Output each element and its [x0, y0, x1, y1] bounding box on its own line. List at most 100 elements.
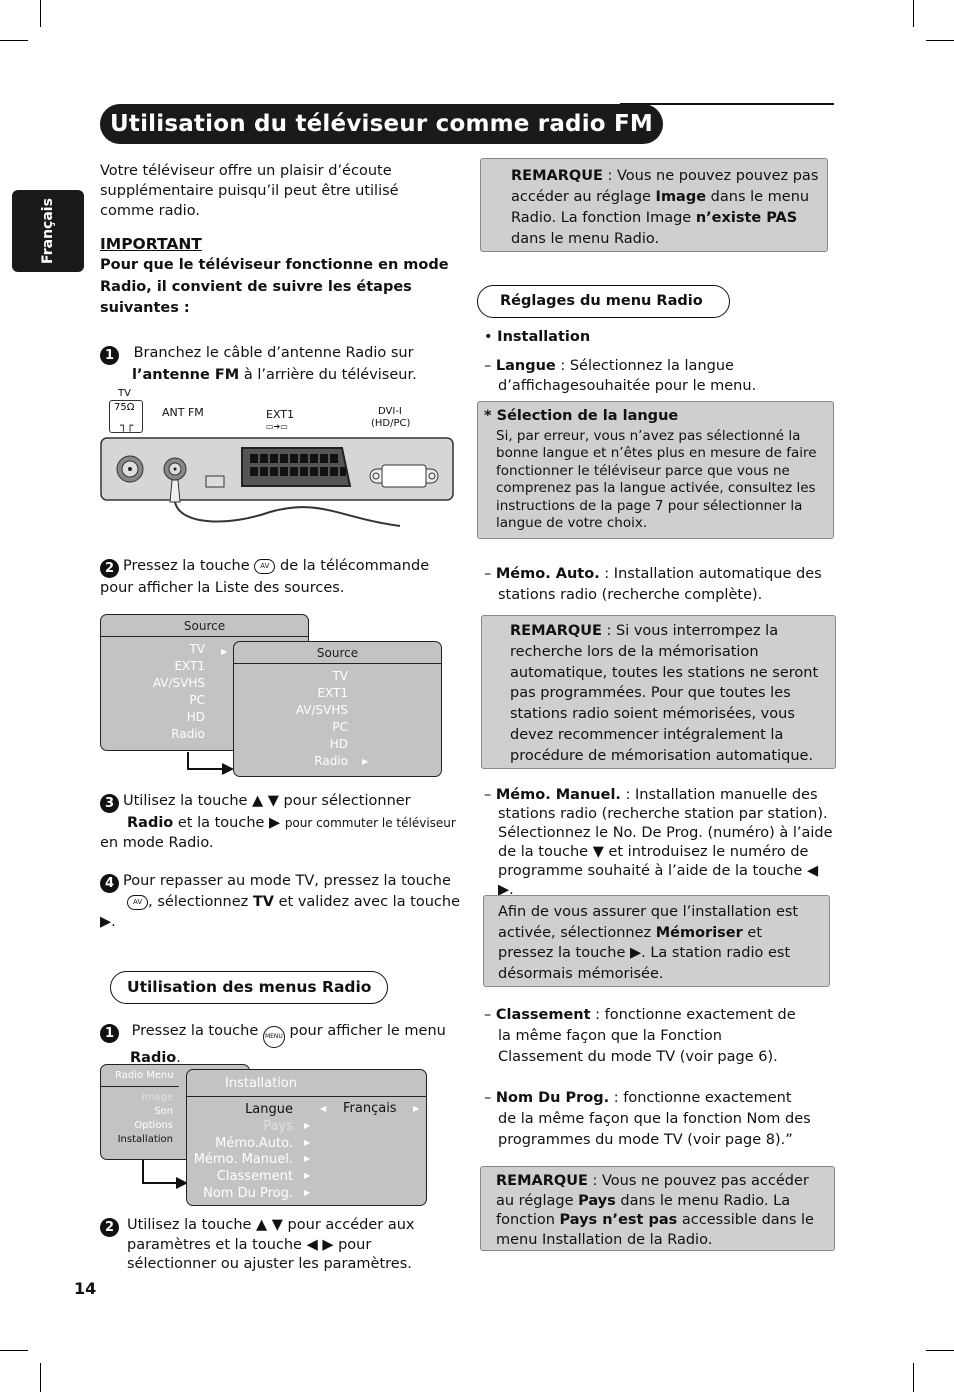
tv-connector-diagram: TV 75Ω ┐┌ ANT FM EXT1 ▭➔▭ DVI-I (HD/PC)	[100, 388, 456, 528]
note-text: : Si vous interrompez la recherche lors …	[510, 623, 819, 764]
crop-mark	[926, 1350, 954, 1351]
note-bold: Image	[655, 189, 707, 205]
menu-item-label: Mémo. Manuel.	[193, 1152, 293, 1168]
arrow-right-icon: ▶	[304, 1137, 311, 1147]
menu-key-icon: MENU	[262, 1026, 285, 1048]
step-text: Utilisez la touche ▲ ▼ pour accéder aux …	[127, 1217, 415, 1272]
step-text: Branchez le câble d’antenne Radio sur	[133, 345, 414, 361]
tv-back-panel	[100, 437, 454, 527]
menu-item[interactable]: HD	[234, 736, 348, 753]
memo-auto-item: – Mémo. Auto. : Installation automatique…	[484, 566, 822, 603]
language-tab-label: Français	[40, 198, 56, 264]
menu-item[interactable]: Radio	[101, 726, 205, 743]
note-label: REMARQUE	[496, 1173, 588, 1189]
note-bold: Pays n’est pas	[559, 1212, 678, 1228]
item-text: : Installation manuelle des stations rad…	[498, 787, 833, 898]
menu-item-label: Nom Du Prog.	[203, 1185, 293, 1201]
installation-menu-item[interactable]: Pays ▶	[187, 1118, 426, 1135]
page-title: Utilisation du téléviseur comme radio FM	[100, 104, 663, 144]
step-text: Pressez la touche	[131, 1023, 259, 1039]
menu-item[interactable]: EXT1	[101, 658, 205, 675]
crop-mark	[0, 40, 28, 41]
item-label: Classement	[495, 1007, 591, 1023]
language-tab: Français	[12, 190, 84, 272]
step-6: 2 Utilisez la touche ▲ ▼ pour accéder au…	[100, 1216, 460, 1275]
note-bold: n’existe PAS	[695, 210, 798, 226]
intro-text: Votre téléviseur offre un plaisir d’écou…	[100, 163, 399, 219]
menu-item[interactable]: TV	[234, 668, 348, 685]
step-2: 2 Pressez la touche AV de la télécommande…	[100, 556, 460, 598]
step-number: 3	[100, 794, 119, 813]
menu-item-label: Langue	[245, 1102, 293, 1117]
language-selection-box: * Sélection de la langue Si, par erreur,…	[477, 401, 834, 539]
menu-item[interactable]: PC	[101, 692, 205, 709]
box-title: * Sélection de la langue	[484, 408, 679, 424]
step-5: 1 Pressez la touche MENU pour afficher l…	[100, 1021, 460, 1068]
important-text: Pour que le téléviseur fonctionne en mod…	[100, 257, 449, 316]
source-menu-2: Source TV EXT1 AV/SVHS PC HD Radio ▶	[233, 641, 442, 777]
radio-menu-item[interactable]: Options	[101, 1119, 173, 1133]
item-label: Mémo. Auto.	[495, 566, 600, 582]
nom-prog-item: – Nom Du Prog. : fonctionne exactement d…	[484, 1090, 811, 1148]
step-number: 2	[100, 1218, 119, 1237]
menu-title: Source	[234, 642, 441, 664]
radio-menu-item[interactable]: Installation	[101, 1133, 173, 1147]
bullet-text: Installation	[497, 329, 591, 345]
menu-item[interactable]: HD	[101, 709, 205, 726]
menu-item-value: Français	[343, 1101, 397, 1116]
radio-menu-item[interactable]: Image	[101, 1091, 173, 1105]
step-text: , sélectionnez	[148, 894, 253, 910]
arrow-left-icon: ◀	[320, 1104, 327, 1113]
menu-item[interactable]: AV/SVHS	[234, 702, 348, 719]
menu-item[interactable]: EXT1	[234, 685, 348, 702]
note-image-unavailable: REMARQUE : Vous ne pouvez pouvez pas acc…	[480, 158, 828, 252]
menu-item[interactable]: PC	[234, 719, 348, 736]
item-label: Langue	[495, 358, 556, 374]
installation-menu-item[interactable]: Classement ▶	[187, 1168, 426, 1185]
arrow-right-icon: ▶	[304, 1171, 311, 1181]
step-text: en mode Radio.	[100, 835, 214, 851]
menu-item[interactable]: Radio	[234, 753, 348, 770]
menu-item-label: Mémo.Auto.	[215, 1135, 293, 1151]
step-text-bold: TV	[252, 894, 274, 910]
dvi-sublabel: (HD/PC)	[371, 418, 411, 429]
menu-title: Source	[101, 615, 308, 637]
box-bold: Mémoriser	[655, 924, 743, 941]
section-heading-radio-menus: Utilisation des menus Radio	[110, 971, 389, 1004]
arrow-right-icon: ▶	[304, 1154, 311, 1164]
menu-items: TV EXT1 AV/SVHS PC HD Radio	[101, 637, 205, 743]
ohm-label: 75Ω	[114, 402, 135, 413]
classement-item: – Classement : fonctionne exactement de …	[484, 1007, 796, 1065]
installation-menu-item[interactable]: Mémo. Manuel. ▶	[187, 1151, 426, 1168]
note-label: REMARQUE	[511, 168, 603, 184]
arrow-right-icon: ▶	[413, 1104, 420, 1113]
arrow-right-icon: ▶	[304, 1120, 311, 1130]
note-label: REMARQUE	[510, 623, 602, 639]
memoriser-box: Afin de vous assurer que l’installation …	[483, 895, 830, 987]
arrow-connector	[142, 1160, 144, 1184]
radio-menu-item[interactable]: Son	[101, 1105, 173, 1119]
step-text-small: pour commuter le téléviseur	[284, 816, 456, 830]
step-text: à l’arrière du téléviseur.	[239, 367, 417, 383]
av-key-icon: AV	[254, 559, 276, 574]
langue-item: – Langue : Sélectionnez la langue d’affi…	[484, 358, 757, 394]
step-number: 4	[100, 874, 119, 893]
crop-mark	[0, 1350, 28, 1351]
tv-antenna-symbol: 75Ω ┐┌	[109, 400, 143, 433]
installation-menu-item[interactable]: Langue ◀ Français ▶	[187, 1101, 426, 1118]
menu-item[interactable]: TV	[101, 641, 205, 658]
crop-mark	[913, 1363, 914, 1392]
menu-items: Image Son Options Installation	[101, 1087, 173, 1147]
installation-menu-item[interactable]: Mémo.Auto. ▶	[187, 1135, 426, 1152]
step-text: et la touche ▶	[173, 815, 285, 831]
arrow-connector	[142, 1182, 180, 1184]
menu-item[interactable]: AV/SVHS	[101, 675, 205, 692]
important-heading: IMPORTANT	[100, 235, 202, 253]
installation-menu-item[interactable]: Nom Du Prog. ▶	[187, 1185, 426, 1202]
installation-bullet: • Installation	[484, 329, 591, 345]
menu-item-label: Pays	[263, 1118, 293, 1134]
menu-item-label: Classement	[216, 1169, 293, 1185]
step-1: 1 Branchez le câble d’antenne Radio sur …	[100, 343, 460, 386]
menu-title: Installation	[187, 1070, 426, 1097]
menu-items: TV EXT1 AV/SVHS PC HD Radio	[234, 664, 348, 770]
